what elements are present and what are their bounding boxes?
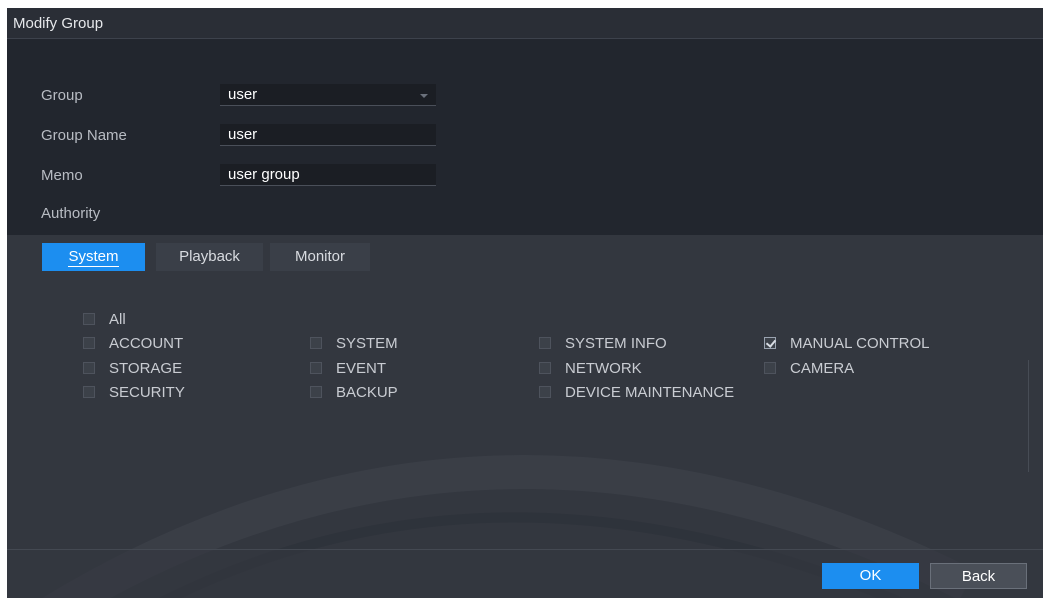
perm-backup-label: BACKUP [336, 384, 398, 401]
perm-device-maintenance[interactable]: DEVICE MAINTENANCE [539, 383, 734, 403]
tab-playback[interactable]: Playback [156, 243, 263, 271]
tab-monitor[interactable]: Monitor [270, 243, 370, 271]
memo-input[interactable]: user group [220, 164, 436, 186]
authority-label: Authority [41, 205, 101, 222]
tab-system-label: System [68, 248, 119, 267]
memo-label: Memo [41, 167, 83, 184]
group-dropdown-value: user [228, 86, 258, 103]
perm-system-label: SYSTEM [336, 335, 398, 352]
authority-panel: System Playback Monitor All ACCOUNT SYST… [7, 235, 1043, 598]
perm-camera[interactable]: CAMERA [764, 359, 854, 379]
group-name-input[interactable]: user [220, 124, 436, 146]
checkbox-system-info[interactable] [539, 337, 551, 349]
modify-group-dialog: Modify Group Group user Group Name user … [7, 8, 1043, 598]
perm-system[interactable]: SYSTEM [310, 334, 398, 354]
memo-value: user group [228, 166, 300, 183]
group-name-value: user [228, 126, 258, 143]
tab-system[interactable]: System [42, 243, 145, 271]
checkbox-event[interactable] [310, 362, 322, 374]
checkbox-storage[interactable] [83, 362, 95, 374]
checkbox-network[interactable] [539, 362, 551, 374]
perm-backup[interactable]: BACKUP [310, 383, 398, 403]
checkbox-camera[interactable] [764, 362, 776, 374]
group-name-label: Group Name [41, 127, 127, 144]
tab-playback-label: Playback [179, 248, 240, 265]
scroll-track [1028, 360, 1029, 472]
perm-account[interactable]: ACCOUNT [83, 334, 183, 354]
perm-network[interactable]: NETWORK [539, 359, 642, 379]
perm-system-info-label: SYSTEM INFO [565, 335, 667, 352]
checkbox-system[interactable] [310, 337, 322, 349]
perm-device-maintenance-label: DEVICE MAINTENANCE [565, 384, 735, 401]
ok-button[interactable]: OK [822, 563, 919, 589]
perm-all-label: All [109, 311, 126, 328]
tab-monitor-label: Monitor [294, 248, 346, 265]
checkbox-security[interactable] [83, 386, 95, 398]
perm-network-label: NETWORK [565, 360, 642, 377]
checkbox-all[interactable] [83, 313, 95, 325]
perm-manual-control[interactable]: MANUAL CONTROL [764, 334, 929, 354]
checkbox-manual-control[interactable] [764, 337, 776, 349]
checkbox-backup[interactable] [310, 386, 322, 398]
group-dropdown[interactable]: user [220, 84, 436, 106]
back-button[interactable]: Back [930, 563, 1027, 589]
group-form: Group user Group Name user Memo user gro… [7, 39, 1043, 235]
group-label: Group [41, 87, 83, 104]
dialog-title: Modify Group [13, 15, 104, 32]
perm-security-label: SECURITY [109, 384, 185, 401]
perm-system-info[interactable]: SYSTEM INFO [539, 334, 667, 354]
dialog-titlebar: Modify Group [7, 8, 1043, 39]
button-bar: OK Back [7, 549, 1043, 598]
perm-storage-label: STORAGE [109, 360, 183, 377]
perm-storage[interactable]: STORAGE [83, 359, 182, 379]
perm-camera-label: CAMERA [790, 360, 855, 377]
perm-manual-control-label: MANUAL CONTROL [790, 335, 930, 352]
perm-all[interactable]: All [83, 310, 126, 330]
perm-security[interactable]: SECURITY [83, 383, 185, 403]
perm-event-label: EVENT [336, 360, 387, 377]
checkbox-account[interactable] [83, 337, 95, 349]
checkbox-device-maintenance[interactable] [539, 386, 551, 398]
chevron-down-icon [420, 94, 428, 98]
perm-account-label: ACCOUNT [109, 335, 184, 352]
perm-event[interactable]: EVENT [310, 359, 386, 379]
